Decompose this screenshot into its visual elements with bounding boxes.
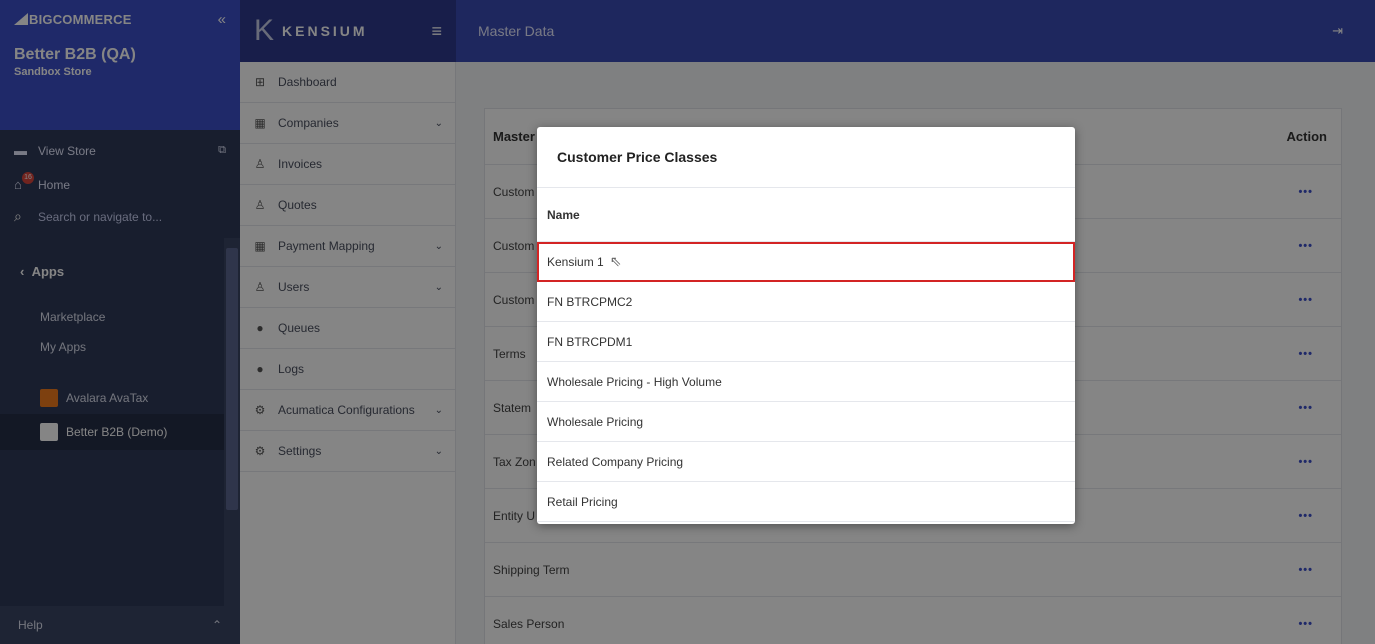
price-class-row[interactable]: Retail Pricing — [537, 482, 1075, 522]
modal-title: Customer Price Classes — [537, 127, 1075, 188]
price-class-row[interactable]: Wholesale Pricing — [537, 402, 1075, 442]
price-class-row[interactable]: Kensium 1 ⇖ — [537, 242, 1075, 282]
customer-price-classes-modal: Customer Price Classes Name Kensium 1 ⇖ FN… — [537, 127, 1075, 524]
price-class-row[interactable]: Related Company Pricing — [537, 442, 1075, 482]
price-class-row[interactable]: FN BTRCPDM1 — [537, 322, 1075, 362]
mouse-cursor-icon: ⇖ — [609, 253, 622, 269]
price-class-row[interactable]: FN BTRCPMC2 — [537, 282, 1075, 322]
name-column-header: Name — [537, 188, 1075, 242]
price-class-row[interactable]: Wholesale Pricing - High Volume — [537, 362, 1075, 402]
